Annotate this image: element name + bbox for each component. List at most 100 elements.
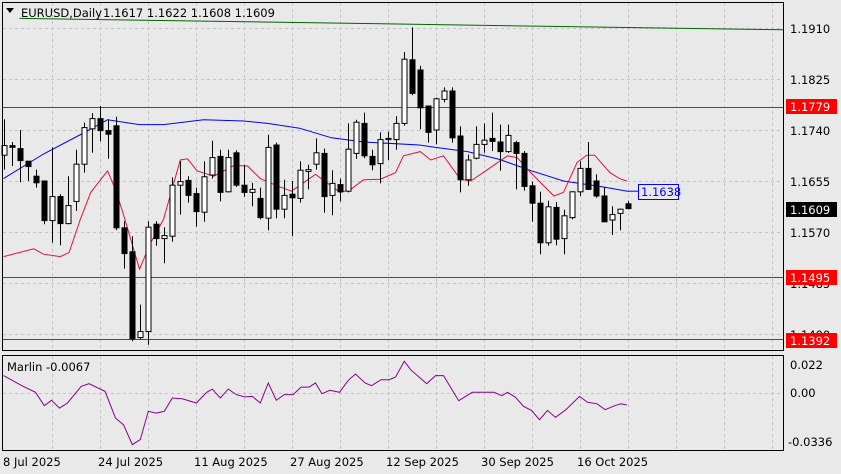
level-label-1779: 1.1779: [790, 100, 830, 114]
bearish-candle-body: [321, 152, 328, 198]
time-tick: 24 Jul 2025: [98, 455, 163, 469]
candle: [449, 87, 456, 143]
bullish-candle-body: [385, 137, 392, 141]
trading-chart[interactable]: EURUSD,Daily 1.1617 1.1622 1.1608 1.1609…: [0, 0, 841, 474]
bearish-candle-body: [257, 197, 264, 219]
bullish-candle-body: [481, 139, 488, 145]
bearish-candle-body: [233, 152, 240, 186]
candle: [353, 119, 360, 159]
bearish-candle-body: [9, 145, 16, 148]
bearish-candle-body: [129, 251, 136, 340]
bullish-candle-body: [353, 121, 360, 154]
bullish-candle-body: [73, 163, 80, 202]
bearish-candle-body: [521, 152, 528, 187]
bearish-candle-body: [369, 155, 376, 166]
time-tick: 12 Sep 2025: [386, 455, 459, 469]
candle: [169, 177, 176, 242]
bullish-candle-body: [609, 214, 616, 221]
bullish-candle-body: [137, 331, 144, 339]
bearish-candle-body: [601, 195, 608, 223]
bullish-candle-body: [545, 206, 552, 244]
time-tick: 16 Oct 2025: [577, 455, 648, 469]
time-tick: 8 Jul 2025: [3, 455, 61, 469]
bearish-candle-body: [273, 144, 280, 210]
current-price-label: 1.1609: [790, 203, 830, 217]
bullish-candle-body: [465, 159, 472, 181]
bearish-candle-body: [513, 142, 520, 154]
level-label-1392: 1.1392: [790, 334, 830, 348]
candle: [145, 221, 152, 345]
bearish-candle-body: [33, 175, 40, 184]
candle: [521, 151, 528, 191]
bearish-candle-body: [585, 167, 592, 190]
bullish-candle-body: [505, 134, 512, 153]
candle: [233, 150, 240, 187]
candle: [569, 191, 576, 220]
bullish-candle-body: [617, 208, 624, 214]
indicator-tick: 0.022: [790, 358, 823, 372]
bearish-candle-body: [17, 148, 24, 162]
bullish-candle-body: [145, 226, 152, 333]
bullish-candle-body: [393, 122, 400, 141]
bullish-candle-body: [329, 182, 336, 196]
price-tick: 1.1570: [790, 226, 830, 240]
price-tick: 1.1825: [790, 73, 830, 87]
candle: [113, 116, 120, 231]
bearish-candle-body: [193, 193, 200, 213]
bearish-candle-body: [153, 223, 160, 240]
bearish-candle-body: [457, 135, 464, 181]
bullish-candle-body: [249, 188, 256, 193]
candle: [545, 200, 552, 246]
bullish-candle-body: [89, 118, 96, 130]
bearish-candle-body: [97, 118, 104, 132]
candle: [129, 236, 136, 342]
bearish-candle-body: [121, 227, 128, 255]
bearish-candle-body: [537, 202, 544, 244]
bullish-candle-body: [441, 90, 448, 100]
bearish-candle-body: [497, 141, 504, 153]
bearish-candle-body: [625, 203, 632, 210]
time-tick: 27 Aug 2025: [290, 455, 364, 469]
bearish-candle-body: [337, 184, 344, 193]
time-axis: 8 Jul 2025 24 Jul 2025 11 Aug 2025 27 Au…: [3, 455, 648, 469]
bearish-candle-body: [409, 59, 416, 94]
bearish-candle-body: [489, 137, 496, 142]
bearish-candle-body: [25, 160, 32, 168]
time-tick: 30 Sep 2025: [481, 455, 554, 469]
bullish-candle-body: [577, 167, 584, 193]
bullish-candle-body: [225, 157, 232, 193]
bullish-candle-body: [169, 184, 176, 237]
bullish-candle-body: [313, 152, 320, 165]
level-label-1495: 1.1495: [790, 271, 830, 285]
bullish-candle-body: [177, 181, 184, 186]
indicator-tick: -0.0336: [788, 435, 832, 449]
bullish-candle-body: [433, 98, 440, 131]
symbol-timeframe: EURUSD,Daily: [21, 6, 102, 20]
bullish-candle-body: [473, 143, 480, 159]
indicator-tick: 0.00: [790, 386, 816, 400]
candle: [273, 142, 280, 219]
price-tick: 1.1910: [790, 22, 830, 36]
bearish-candle-body: [105, 130, 112, 135]
bullish-candle-body: [201, 176, 208, 213]
indicator-label: Marlin -0.0067: [7, 360, 90, 374]
price-tick: 1.1655: [790, 175, 830, 189]
bullish-candle-body: [209, 157, 216, 176]
bearish-candle-body: [217, 155, 224, 193]
candle: [553, 202, 560, 246]
bearish-candle-body: [417, 69, 424, 109]
bullish-candle-body: [81, 127, 88, 165]
bullish-candle-body: [297, 169, 304, 199]
bullish-candle-body: [49, 196, 56, 222]
bullish-candle-body: [569, 191, 576, 219]
price-tick: 1.1740: [790, 124, 830, 138]
bearish-candle-body: [289, 193, 296, 199]
bearish-candle-body: [241, 184, 248, 193]
bullish-candle-body: [345, 148, 352, 192]
bullish-candle-body: [305, 169, 312, 172]
bearish-candle-body: [529, 185, 536, 204]
bearish-candle-body: [41, 180, 48, 222]
bullish-candle-body: [265, 146, 272, 219]
ma-value-label: 1.1638: [641, 185, 681, 199]
bearish-candle-body: [553, 206, 560, 240]
